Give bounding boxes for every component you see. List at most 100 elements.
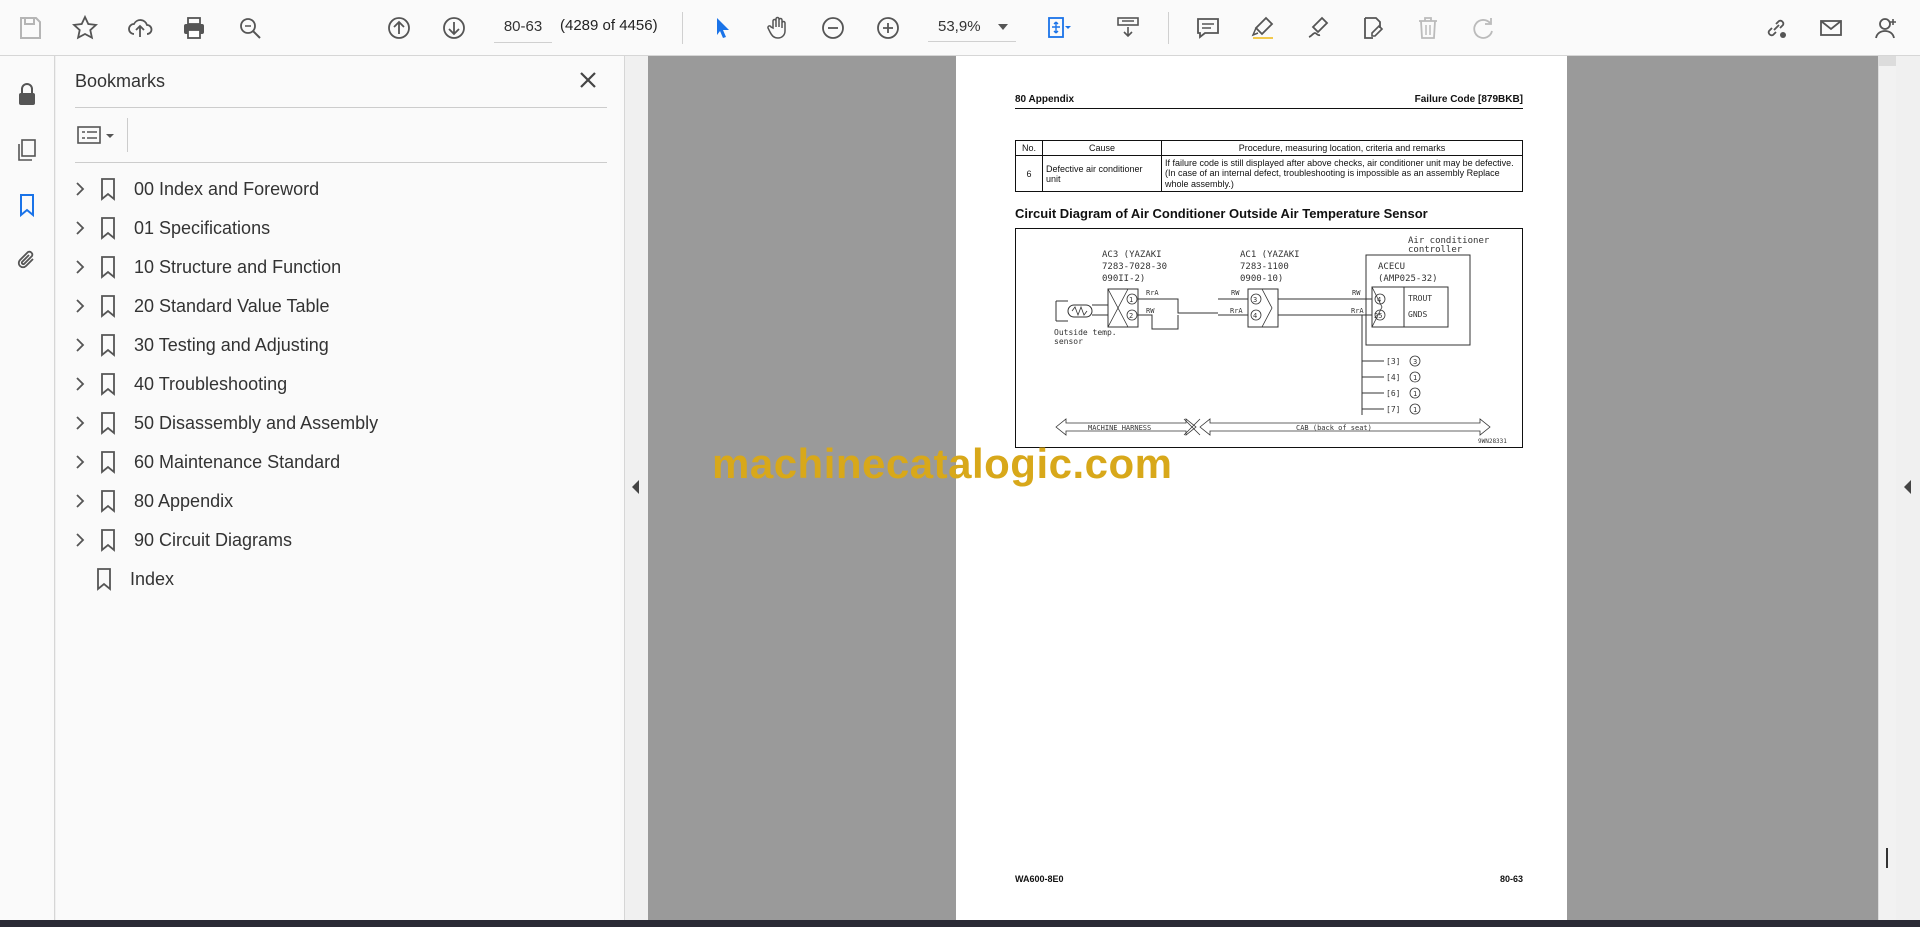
bookmark-item[interactable]: 90 Circuit Diagrams — [70, 522, 610, 558]
close-icon[interactable] — [576, 68, 600, 92]
branch-label: [3] — [1386, 357, 1400, 366]
chevron-right-icon[interactable] — [70, 179, 90, 199]
bookmark-icon — [101, 412, 115, 435]
table-cell: 6 — [1015, 154, 1043, 193]
bookmark-icon — [101, 451, 115, 474]
chevron-right-icon[interactable] — [70, 335, 90, 355]
bookmark-item[interactable]: Index — [70, 561, 610, 597]
pin-label: 4 — [1377, 296, 1381, 304]
wire-label: RW — [1352, 289, 1361, 297]
toolbar-divider — [1168, 12, 1169, 44]
email-icon[interactable] — [1813, 10, 1849, 46]
zoom-out-icon[interactable] — [815, 10, 851, 46]
bookmark-item[interactable]: 40 Troubleshooting — [70, 366, 610, 402]
page-thumbnails-icon[interactable] — [10, 133, 44, 167]
chevron-right-icon[interactable] — [70, 413, 90, 433]
bookmark-options-button[interactable] — [74, 120, 120, 150]
bookmark-icon — [101, 373, 115, 396]
lock-icon[interactable] — [10, 78, 44, 112]
next-page-icon[interactable] — [436, 10, 472, 46]
bookmark-label: 10 Structure and Function — [134, 256, 342, 277]
diagram-label: GNDS — [1408, 310, 1427, 319]
bookmark-icon — [101, 529, 115, 552]
wire-label: RW — [1146, 307, 1155, 315]
delete-icon[interactable] — [1410, 10, 1446, 46]
diagram-label: 7283-7028-30 — [1102, 262, 1167, 272]
bookmark-icon — [97, 568, 111, 591]
edit-text-icon[interactable] — [1355, 10, 1391, 46]
harness-label: CAB (back of seat) — [1296, 424, 1372, 432]
star-icon[interactable] — [67, 10, 103, 46]
bookmark-label: 80 Appendix — [134, 490, 234, 511]
chevron-right-icon[interactable] — [70, 257, 90, 277]
chevron-right-icon[interactable] — [70, 491, 90, 511]
bookmark-item[interactable]: 20 Standard Value Table — [70, 288, 610, 324]
divider — [75, 107, 607, 108]
bookmark-item[interactable]: 50 Disassembly and Assembly — [70, 405, 610, 441]
user-account-icon[interactable] — [1868, 10, 1904, 46]
left-navigation-rail — [0, 56, 55, 920]
attachment-icon[interactable] — [10, 243, 44, 277]
chevron-right-icon[interactable] — [70, 452, 90, 472]
comment-icon[interactable] — [1190, 10, 1226, 46]
highlighter-icon[interactable] — [1245, 10, 1281, 46]
fit-page-icon[interactable] — [1040, 10, 1076, 46]
bookmark-item[interactable]: 00 Index and Foreword — [70, 171, 610, 207]
print-icon[interactable] — [176, 10, 212, 46]
taskbar-strip — [0, 920, 1920, 927]
hand-tool-icon[interactable] — [760, 10, 796, 46]
bookmark-label: 30 Testing and Adjusting — [134, 334, 329, 355]
chevron-right-icon[interactable] — [70, 218, 90, 238]
collapse-panel-handle[interactable] — [632, 480, 639, 494]
section-title: Circuit Diagram of Air Conditioner Outsi… — [1015, 206, 1428, 221]
bookmark-item[interactable]: 60 Maintenance Standard — [70, 444, 610, 480]
bookmark-panel-icon[interactable] — [10, 188, 44, 222]
bookmark-item[interactable]: 80 Appendix — [70, 483, 610, 519]
branch-number: 1 — [1413, 390, 1417, 398]
bookmark-label: 50 Disassembly and Assembly — [134, 412, 379, 433]
chevron-down-icon[interactable] — [998, 24, 1008, 30]
chevron-right-icon[interactable] — [70, 374, 90, 394]
redo-icon[interactable] — [1465, 10, 1501, 46]
chevron-right-icon[interactable] — [70, 530, 90, 550]
bookmark-item[interactable]: 01 Specifications — [70, 210, 610, 246]
page-count: (4289 of 4456) — [560, 17, 658, 34]
upload-cloud-icon[interactable] — [122, 10, 158, 46]
share-link-icon[interactable] — [1758, 10, 1794, 46]
diagram-label: AC1 (YAZAKI — [1240, 250, 1300, 260]
diagram-label: 090II-2) — [1102, 274, 1145, 284]
previous-page-icon[interactable] — [381, 10, 417, 46]
pin-label: 4 — [1253, 312, 1257, 320]
page-number-input[interactable]: 80-63 — [494, 12, 552, 43]
save-icon[interactable] — [12, 10, 48, 46]
figure-reference: 9WN28331 — [1478, 438, 1507, 445]
diagram-label: Outside temp. — [1054, 328, 1117, 337]
zoom-in-icon[interactable] — [870, 10, 906, 46]
bookmark-icon — [101, 256, 115, 279]
expand-right-panel-handle[interactable] — [1904, 480, 1911, 494]
toolbar-divider — [682, 12, 683, 44]
divider — [75, 162, 607, 163]
select-cursor-icon[interactable] — [705, 10, 741, 46]
scroll-mode-icon[interactable] — [1110, 10, 1146, 46]
main-toolbar: 80-63 (4289 of 4456) 53,9% — [0, 0, 1920, 56]
diagram-label: controller — [1408, 245, 1463, 255]
table-header: Procedure, measuring location, criteria … — [1161, 140, 1523, 156]
branch-label: [6] — [1386, 389, 1400, 398]
diagram-label: (AMP025-32) — [1378, 274, 1438, 284]
bookmark-item[interactable]: 30 Testing and Adjusting — [70, 327, 610, 363]
branch-number: 1 — [1413, 374, 1417, 382]
pin-label: 2 — [1129, 312, 1133, 320]
branch-label: [7] — [1386, 405, 1400, 414]
branch-number: 3 — [1413, 358, 1417, 366]
draw-pen-icon[interactable] — [1300, 10, 1336, 46]
vertical-scrollbar[interactable] — [1878, 56, 1897, 920]
wire-label: RrA — [1146, 289, 1159, 297]
diagram-label: TROUT — [1408, 294, 1432, 303]
zoom-search-icon[interactable] — [232, 10, 268, 46]
branch-label: [4] — [1386, 373, 1400, 382]
bookmark-item[interactable]: 10 Structure and Function — [70, 249, 610, 285]
scrollbar-thumb[interactable] — [1886, 848, 1888, 868]
scrollbar-top-cap — [1878, 56, 1896, 66]
chevron-right-icon[interactable] — [70, 296, 90, 316]
